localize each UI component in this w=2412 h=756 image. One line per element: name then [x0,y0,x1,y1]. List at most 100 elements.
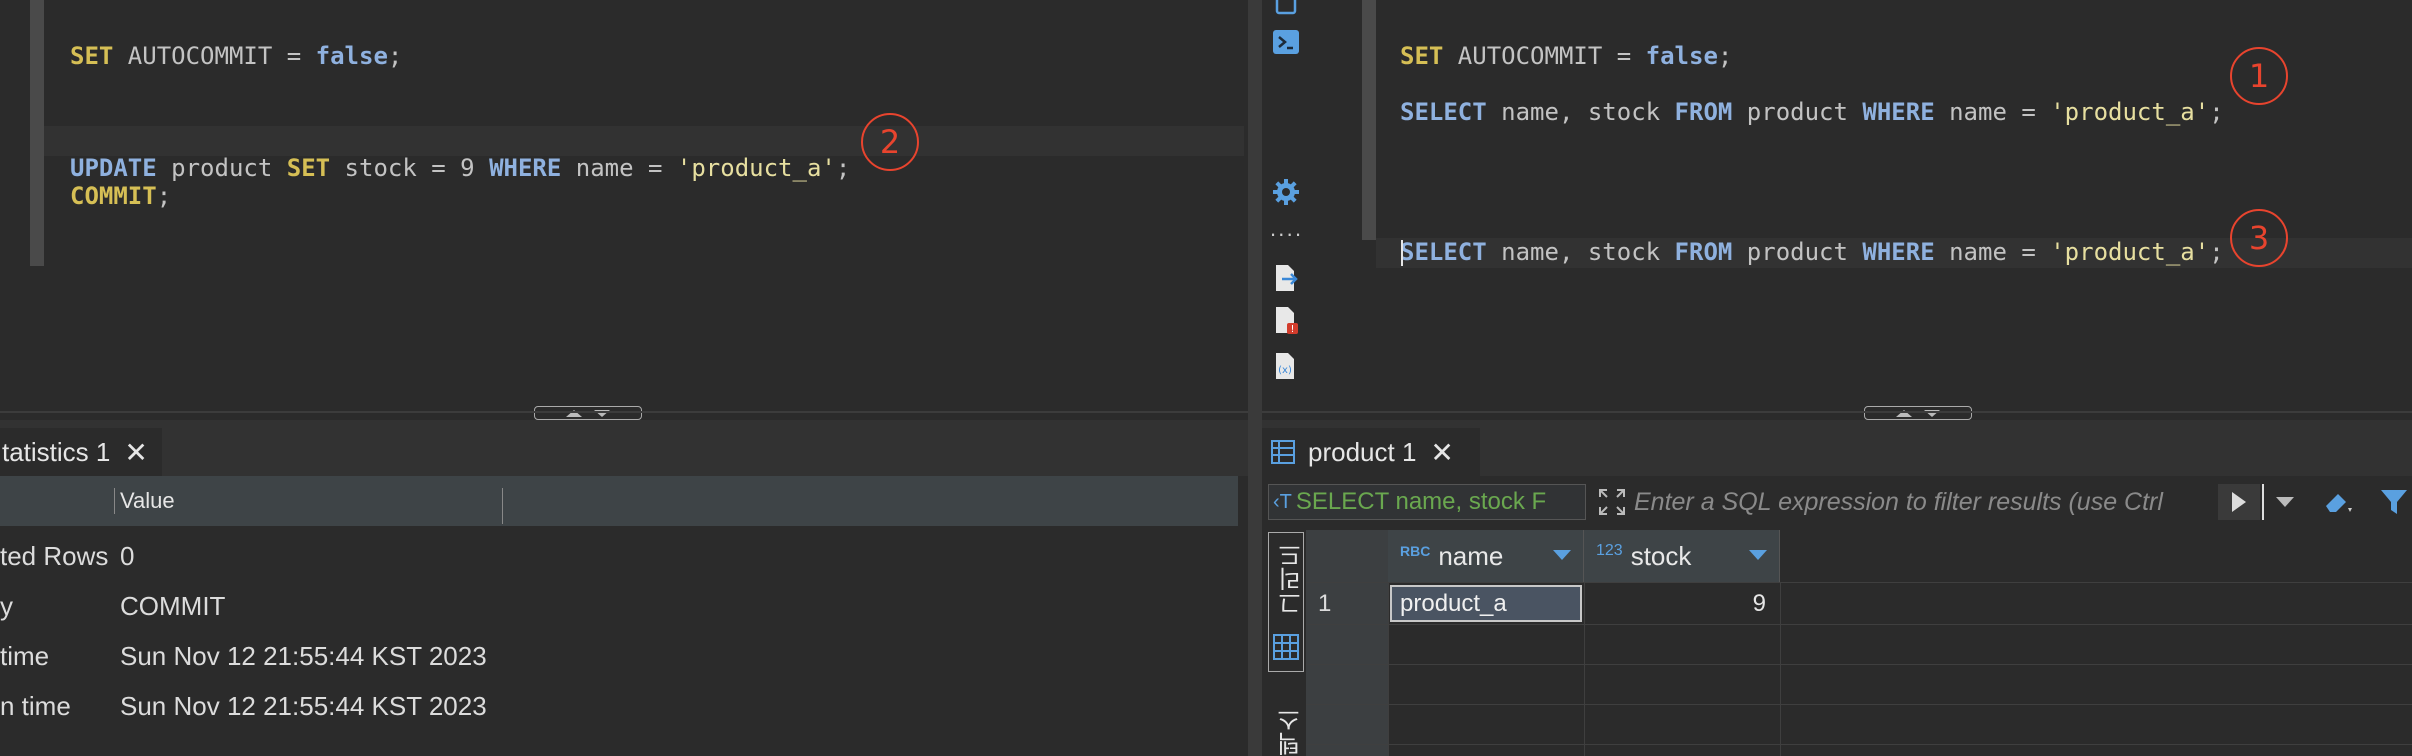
cell-value: product_a [1400,589,1507,617]
right-editor-gutter [1362,0,1376,240]
keyword: SET [70,42,114,70]
code-text: ; [156,182,172,210]
left-results-tabbar [0,420,1248,476]
keyword: SET [1400,42,1444,70]
grid-line [1306,744,2412,745]
row-number-column [1306,530,1388,756]
grid-line [1306,582,2412,583]
step-marker-1: 1 [2230,47,2288,105]
console-icon[interactable] [1270,26,1302,58]
sql-filter-box[interactable]: ‹T SELECT name, stock F [1268,484,1586,520]
code-text: ; [835,154,851,182]
column-name: stock [1630,540,1692,571]
code-text: ; [1717,42,1733,70]
code-string: 'product_a' [676,154,836,182]
tab-statistics[interactable]: tatistics 1 ✕ [0,428,162,476]
stat-name: y [0,591,13,621]
expand-filter-icon[interactable] [1596,486,1628,518]
keyword: SELECT [1400,98,1487,126]
step-marker-3: 3 [2230,209,2288,267]
error-log-icon[interactable]: ! [1270,304,1302,336]
keyword: SELECT [1400,238,1487,266]
eraser-icon[interactable] [2322,486,2354,518]
keyword: COMMIT [70,182,157,210]
chevron-down-icon [2276,497,2294,507]
svg-text:!: ! [1290,324,1294,335]
tab-product-1[interactable]: product 1 ✕ [1262,428,1480,476]
center-vertical-divider[interactable] [1248,0,1262,756]
code-text: ; [387,42,403,70]
code-value: false [315,42,388,70]
more-options-icon[interactable]: ···· [1269,218,1302,250]
cell-value: 9 [1752,589,1766,617]
table-cell-selected[interactable]: product_a [1390,585,1582,622]
column-header-stock[interactable]: 123 stock [1584,530,1780,582]
number-type-icon: 123 [1596,542,1623,559]
code-text: stock = 9 [330,154,490,182]
row-number[interactable]: 1 [1318,590,1331,618]
code-text: name, stock [1486,98,1675,126]
keyword: WHERE [1862,238,1935,266]
right-code-line-1[interactable]: SET AUTOCOMMIT = false; [1400,14,1732,70]
left-code-line-1[interactable]: SET AUTOCOMMIT = false; [70,14,402,70]
tab-label: tatistics 1 [2,436,111,467]
sql-text-icon: ‹T [1273,490,1292,513]
code-text: AUTOCOMMIT = [113,42,316,70]
close-icon[interactable]: ✕ [124,436,147,469]
keyword: FROM [1674,238,1733,266]
play-icon [2232,492,2246,512]
apply-filter-button[interactable] [2218,484,2260,520]
header-divider [114,488,115,514]
stat-value: Sun Nov 12 21:55:44 KST 2023 [120,691,487,721]
right-splitter-handle[interactable] [1864,406,1972,420]
settings-gear-icon[interactable] [1270,176,1302,208]
filter-placeholder: Enter a SQL expression to filter results… [1634,487,2163,516]
left-editor-gutter [30,0,44,266]
code-text: product [1732,98,1863,126]
grid-line [1584,582,1585,756]
code-text: name = [561,154,677,182]
column-header-name[interactable]: RBC name [1388,530,1584,582]
filter-input[interactable]: Enter a SQL expression to filter results… [1634,484,2218,520]
keyword: SET [286,154,331,182]
text-type-icon: RBC [1400,543,1431,559]
grid-line [1306,704,2412,705]
filter-history-dropdown[interactable] [2262,484,2306,520]
tab-label: product 1 [1308,436,1417,467]
code-text: product [1732,238,1863,266]
filter-funnel-icon[interactable] [2378,486,2410,518]
column-name: name [1438,540,1504,571]
close-icon[interactable]: ✕ [1430,436,1453,469]
left-code-line-2[interactable]: UPDATE product SET stock = 9 WHERE name … [70,126,850,182]
sort-dropdown-icon[interactable] [1553,550,1571,560]
grid-line [1780,582,1781,756]
stat-name: ted Rows [0,541,109,571]
variables-icon[interactable]: (x) [1270,350,1302,382]
sort-dropdown-icon[interactable] [1749,550,1767,560]
code-value: false [1645,42,1718,70]
side-tab-grid[interactable]: 그리드 [1268,532,1306,672]
right-horizontal-divider [1262,411,2412,413]
grid-line [1388,582,1389,756]
script-icon[interactable] [1270,0,1302,18]
statistics-header-row [0,476,1238,526]
left-splitter-handle[interactable] [534,406,642,420]
header-divider [502,488,503,524]
right-code-line-2[interactable]: SELECT name, stock FROM product WHERE na… [1400,70,2224,126]
code-text: product [156,154,287,182]
grid-line [1306,664,2412,665]
keyword: FROM [1674,98,1733,126]
left-code-line-3[interactable]: COMMIT; [70,154,171,210]
left-horizontal-divider [0,411,1248,413]
stat-name: n time [0,691,71,721]
side-tab-text[interactable]: 텍스트 [1268,690,1304,756]
code-text: name, stock [1486,238,1675,266]
stat-value: 0 [120,541,135,571]
table-grid-icon [1271,440,1295,464]
side-tab-grid-label: 그리드 [1279,543,1306,615]
table-cell[interactable]: 9 [1586,585,1778,622]
right-code-line-3[interactable]: SELECT name, stock FROM product WHERE na… [1400,210,2224,266]
keyword: WHERE [1862,98,1935,126]
export-icon[interactable] [1270,262,1302,294]
svg-text:(x): (x) [1278,365,1292,376]
